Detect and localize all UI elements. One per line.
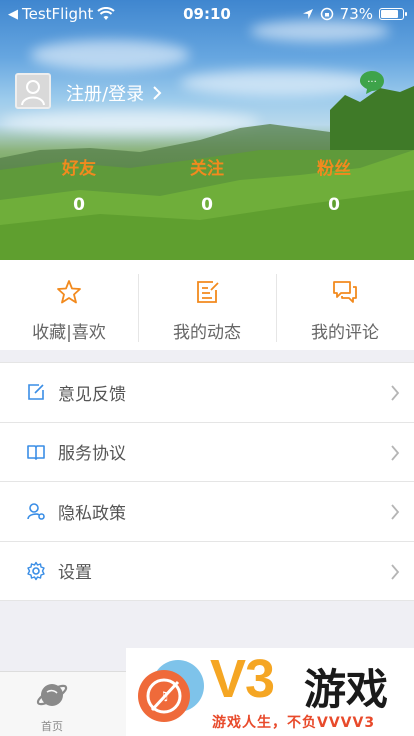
- favorites-button[interactable]: 收藏|喜欢: [0, 260, 138, 350]
- chevron-right-icon: [153, 86, 162, 100]
- tab-home[interactable]: 首页: [24, 678, 80, 734]
- battery-icon: [379, 8, 407, 20]
- chevron-right-icon: [391, 444, 400, 461]
- feedback-icon: [28, 384, 44, 401]
- location-icon: [302, 9, 313, 19]
- chevron-right-icon: [391, 563, 400, 580]
- ad-brand: V3: [210, 649, 275, 709]
- stat-friends[interactable]: 好友 0: [39, 154, 119, 215]
- stat-following[interactable]: 关注 0: [167, 154, 247, 215]
- quick-actions: 收藏|喜欢 我的动态 我的评论: [0, 260, 414, 350]
- battery-percent: 73%: [339, 5, 373, 23]
- watermark-ad: ♫ V3 游戏 游戏人生，不负VVVV3: [126, 648, 414, 736]
- user-silhouette-icon: [21, 80, 45, 106]
- avatar[interactable]: [15, 73, 51, 109]
- rotation-lock-icon: [320, 7, 333, 21]
- menu-item-label: 意见反馈: [58, 384, 126, 405]
- ad-name: 游戏: [304, 665, 389, 714]
- stat-label: 粉丝: [317, 159, 351, 179]
- user-shield-icon: [27, 503, 45, 521]
- stat-fans[interactable]: 粉丝 0: [294, 154, 374, 215]
- settings-menu: 意见反馈 服务协议 隐私政策 设置: [0, 362, 414, 601]
- svg-text:···: ···: [367, 77, 377, 88]
- message-bubble-icon[interactable]: ···: [358, 68, 386, 96]
- menu-item-service-agreement[interactable]: 服务协议: [0, 423, 414, 482]
- login-link[interactable]: 注册/登录: [66, 80, 162, 106]
- chevron-right-icon: [391, 385, 400, 401]
- quick-action-label: 我的动态: [173, 323, 241, 343]
- stat-value: 0: [73, 195, 85, 215]
- edit-note-icon: [197, 281, 219, 303]
- menu-item-settings[interactable]: 设置: [0, 542, 414, 601]
- tab-label: 首页: [41, 720, 63, 733]
- quick-action-label: 收藏|喜欢: [32, 323, 106, 343]
- menu-item-label: 隐私政策: [58, 503, 126, 524]
- login-label: 注册/登录: [66, 84, 145, 105]
- gear-icon: [27, 561, 45, 580]
- star-icon: [57, 280, 81, 304]
- menu-item-label: 设置: [58, 563, 92, 584]
- chevron-right-icon: [391, 504, 400, 520]
- menu-item-label: 服务协议: [58, 444, 126, 465]
- comments-icon: [333, 281, 357, 303]
- landscape-background: [0, 86, 414, 260]
- planet-icon: [36, 684, 68, 706]
- stat-value: 0: [201, 195, 213, 215]
- book-icon: [27, 444, 45, 460]
- my-posts-button[interactable]: 我的动态: [138, 260, 276, 350]
- stat-label: 好友: [62, 159, 96, 179]
- menu-item-feedback[interactable]: 意见反馈: [0, 363, 414, 423]
- status-bar: ◀ TestFlight 09:10 73%: [0, 0, 414, 28]
- v3-logo: ♫: [138, 660, 204, 722]
- quick-action-label: 我的评论: [311, 323, 379, 343]
- my-comments-button[interactable]: 我的评论: [276, 260, 414, 350]
- profile-header: ◀ TestFlight 09:10 73% 注册/登录 ··· 好友 0 关注…: [0, 0, 414, 260]
- svg-text:♫: ♫: [159, 689, 170, 703]
- stat-label: 关注: [190, 159, 224, 179]
- ad-slogan: 游戏人生，不负VVVV3: [212, 715, 376, 731]
- stat-value: 0: [328, 195, 340, 215]
- menu-item-privacy-policy[interactable]: 隐私政策: [0, 482, 414, 542]
